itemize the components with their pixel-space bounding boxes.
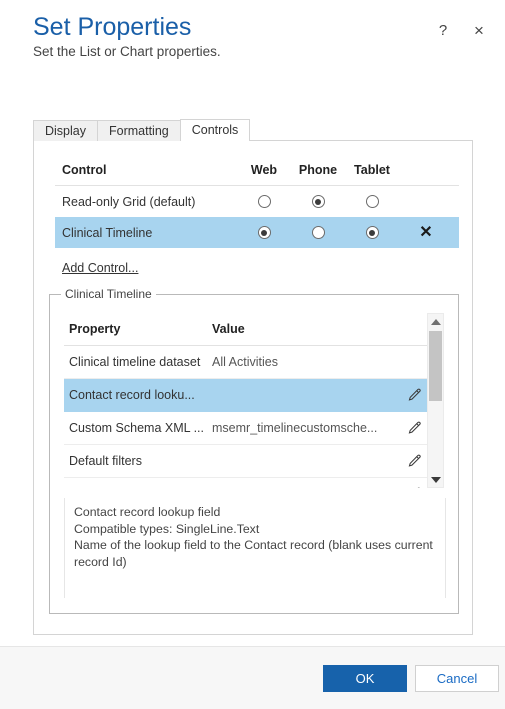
column-header-tablet: Tablet (354, 163, 390, 177)
help-icon[interactable]: ? (432, 19, 454, 41)
column-header-web: Web (250, 163, 278, 177)
radio-tablet[interactable] (365, 195, 379, 208)
radio-cell-phone (291, 226, 345, 239)
page-subtitle: Set the List or Chart properties. (33, 44, 221, 59)
radio-phone[interactable] (311, 195, 325, 208)
radio-phone[interactable] (311, 226, 325, 239)
property-name: Contact record looku... (69, 388, 195, 402)
description-line-2: Compatible types: SingleLine.Text (74, 521, 260, 536)
scroll-down-arrow-icon[interactable] (428, 472, 443, 487)
column-header-property: Property (69, 322, 121, 336)
control-name: Read-only Grid (default) (62, 194, 196, 209)
radio-web[interactable] (257, 195, 271, 208)
ok-button[interactable]: OK (323, 665, 407, 692)
table-row[interactable]: Clinical Timeline ✕ (55, 217, 459, 248)
property-description: Contact record lookup field Compatible t… (64, 498, 446, 598)
edit-pencil-icon[interactable] (407, 421, 422, 436)
edit-pencil-icon[interactable] (407, 388, 422, 403)
description-line-3: Name of the lookup field to the Contact … (74, 538, 433, 569)
edit-pencil-icon[interactable] (407, 487, 422, 489)
radio-cell-web (237, 195, 291, 208)
property-grid: Property Value Clinical timeline dataset… (64, 313, 430, 488)
dialog-header: Set Properties Set the List or Chart pro… (0, 0, 505, 96)
radio-cell-tablet (345, 195, 399, 208)
scrollbar-thumb[interactable] (429, 331, 442, 401)
property-value: All Activities (212, 355, 278, 369)
property-grid-scrollbar[interactable] (427, 313, 444, 488)
edit-cell (398, 454, 430, 469)
property-name: Clinical timeline dataset (69, 355, 201, 369)
edit-cell (398, 487, 430, 489)
edit-pencil-icon[interactable] (407, 454, 422, 469)
property-name: Default filters (69, 454, 142, 468)
column-header-phone: Phone (298, 163, 338, 177)
tab-formatting[interactable]: Formatting (97, 120, 181, 141)
control-name: Clinical Timeline (62, 225, 153, 240)
header-icon-group: ? × (432, 19, 490, 41)
radio-cell-web (237, 226, 291, 239)
close-icon[interactable]: × (468, 19, 490, 41)
property-row[interactable] (64, 478, 430, 488)
property-row[interactable]: Custom Schema XML ... msemr_timelinecust… (64, 412, 430, 445)
radio-web[interactable] (257, 226, 271, 239)
radio-tablet[interactable] (365, 226, 379, 239)
property-grid-header: Property Value (64, 313, 430, 346)
dialog-footer: OK Cancel (0, 646, 505, 709)
property-row[interactable]: Contact record looku... (64, 379, 430, 412)
controls-table: Control Web Phone Tablet Read-only Grid … (55, 155, 459, 248)
column-header-control: Control (62, 163, 107, 177)
controls-panel: Control Web Phone Tablet Read-only Grid … (33, 140, 473, 635)
clinical-timeline-group: Clinical Timeline Property Value Clinica… (49, 287, 459, 614)
group-legend: Clinical Timeline (61, 287, 156, 301)
tab-strip: Display Formatting Controls (33, 119, 473, 141)
tab-controls[interactable]: Controls (179, 119, 251, 141)
description-line-1: Contact record lookup field (74, 505, 221, 519)
property-name: Custom Schema XML ... (69, 421, 204, 435)
tab-display[interactable]: Display (33, 120, 98, 141)
edit-cell (398, 388, 430, 403)
edit-cell (398, 421, 430, 436)
scroll-up-arrow-icon[interactable] (428, 314, 443, 329)
table-row[interactable]: Read-only Grid (default) (55, 186, 459, 217)
column-header-value: Value (212, 322, 245, 336)
page-title: Set Properties (33, 13, 192, 41)
delete-cell: ✕ (399, 224, 453, 241)
cancel-button[interactable]: Cancel (415, 665, 499, 692)
delete-icon[interactable]: ✕ (419, 224, 432, 241)
controls-table-header: Control Web Phone Tablet (55, 155, 459, 186)
property-row[interactable]: Clinical timeline dataset All Activities (64, 346, 430, 379)
property-row[interactable]: Default filters (64, 445, 430, 478)
add-control-link[interactable]: Add Control... (62, 261, 138, 275)
property-value: msemr_timelinecustomsche... (212, 421, 378, 435)
radio-cell-tablet (345, 226, 399, 239)
radio-cell-phone (291, 195, 345, 208)
